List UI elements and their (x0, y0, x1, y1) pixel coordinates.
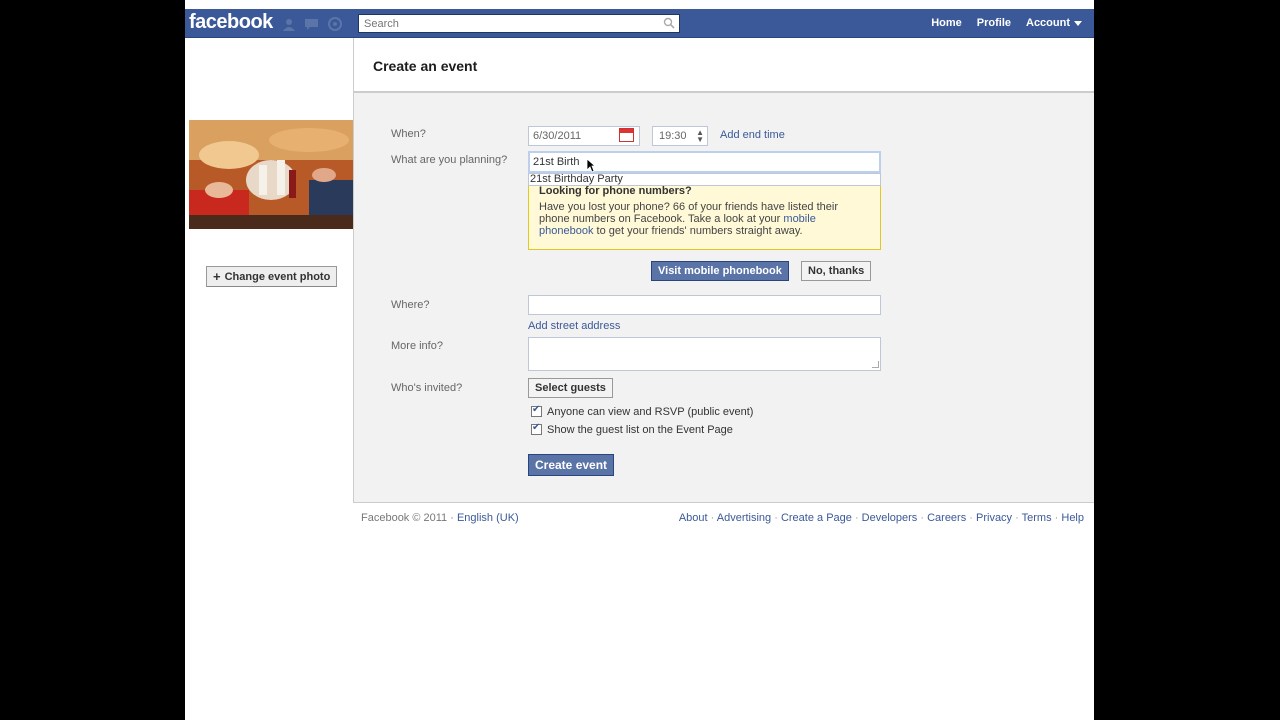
tip-text: Have you lost your phone? 66 of your fri… (539, 201, 870, 237)
nav-profile[interactable]: Profile (977, 17, 1011, 29)
event-name-input[interactable]: 21st Birth (528, 151, 881, 173)
footer-link-privacy[interactable]: Privacy (976, 512, 1012, 524)
change-event-photo-button[interactable]: + Change event photo (206, 266, 338, 287)
where-input[interactable] (528, 295, 881, 315)
page: facebook Home Profile Account (185, 0, 1094, 720)
nav-account-label: Account (1026, 17, 1070, 29)
create-event-button[interactable]: Create event (528, 454, 615, 476)
top-nav: Home Profile Account (931, 17, 1082, 29)
calendar-icon[interactable] (619, 128, 634, 142)
footer-links: About · Advertising · Create a Page · De… (678, 512, 1084, 524)
facebook-logo[interactable]: facebook (189, 11, 273, 34)
public-event-label: Anyone can view and RSVP (public event) (547, 406, 754, 418)
tip-title: Looking for phone numbers? (539, 185, 692, 197)
mouse-cursor-icon (586, 158, 596, 173)
footer-link-terms[interactable]: Terms (1022, 512, 1052, 524)
create-event-form: When? 6/30/2011 19:30 ▲ ▼ Add end time Wh… (353, 93, 1094, 503)
notifications-icon[interactable] (326, 16, 343, 32)
tip-text-after: to get your friends' numbers straight aw… (593, 225, 803, 237)
friend-requests-icon[interactable] (280, 16, 297, 32)
show-guest-list-label: Show the guest list on the Event Page (547, 424, 733, 436)
main-header: Create an event (353, 38, 1094, 93)
footer-link-advertising[interactable]: Advertising (717, 512, 771, 524)
when-label: When? (391, 128, 426, 140)
plan-label: What are you planning? (391, 154, 508, 166)
stepper-arrows-icon: ▲ ▼ (696, 128, 704, 144)
plus-icon: + (213, 269, 221, 284)
search-input[interactable] (359, 15, 649, 32)
add-street-address-link[interactable]: Add street address (528, 320, 620, 332)
event-photo (189, 120, 353, 229)
chevron-down-icon (1074, 20, 1082, 26)
visit-mobile-phonebook-button[interactable]: Visit mobile phonebook (651, 261, 789, 281)
footer-link-help[interactable]: Help (1061, 512, 1084, 524)
time-value: 19:30 (659, 130, 687, 142)
footer-link-about[interactable]: About (679, 512, 708, 524)
footer-link-create-page[interactable]: Create a Page (781, 512, 852, 524)
more-info-label: More info? (391, 340, 443, 352)
top-bar: facebook Home Profile Account (185, 9, 1094, 38)
footer-link-careers[interactable]: Careers (927, 512, 966, 524)
add-end-time-link[interactable]: Add end time (720, 129, 785, 141)
nav-account[interactable]: Account (1026, 17, 1082, 29)
language-link[interactable]: English (UK) (457, 512, 519, 524)
where-label: Where? (391, 299, 430, 311)
notification-jewels (280, 16, 343, 32)
change-event-photo-label: Change event photo (224, 270, 331, 283)
show-guest-list-checkbox[interactable] (531, 422, 542, 435)
page-title: Create an event (373, 58, 478, 74)
resize-handle-icon[interactable] (872, 361, 879, 368)
time-select[interactable]: 19:30 ▲ ▼ (652, 126, 708, 146)
messages-icon[interactable] (303, 16, 320, 32)
copyright: Facebook © 2011 · (361, 512, 454, 524)
more-info-textarea[interactable] (528, 337, 881, 371)
footer-link-developers[interactable]: Developers (862, 512, 918, 524)
nav-home[interactable]: Home (931, 17, 962, 29)
footer-left: Facebook © 2011 · English (UK) (361, 512, 519, 524)
search-field[interactable] (358, 14, 680, 33)
select-guests-button[interactable]: Select guests (528, 378, 613, 398)
no-thanks-button[interactable]: No, thanks (801, 261, 872, 281)
invited-label: Who's invited? (391, 382, 463, 394)
search-icon[interactable] (663, 17, 675, 29)
public-event-checkbox[interactable] (531, 404, 542, 417)
phone-numbers-tip: Looking for phone numbers? Have you lost… (528, 180, 881, 250)
autocomplete-suggestion[interactable]: 21st Birthday Party (528, 173, 881, 186)
